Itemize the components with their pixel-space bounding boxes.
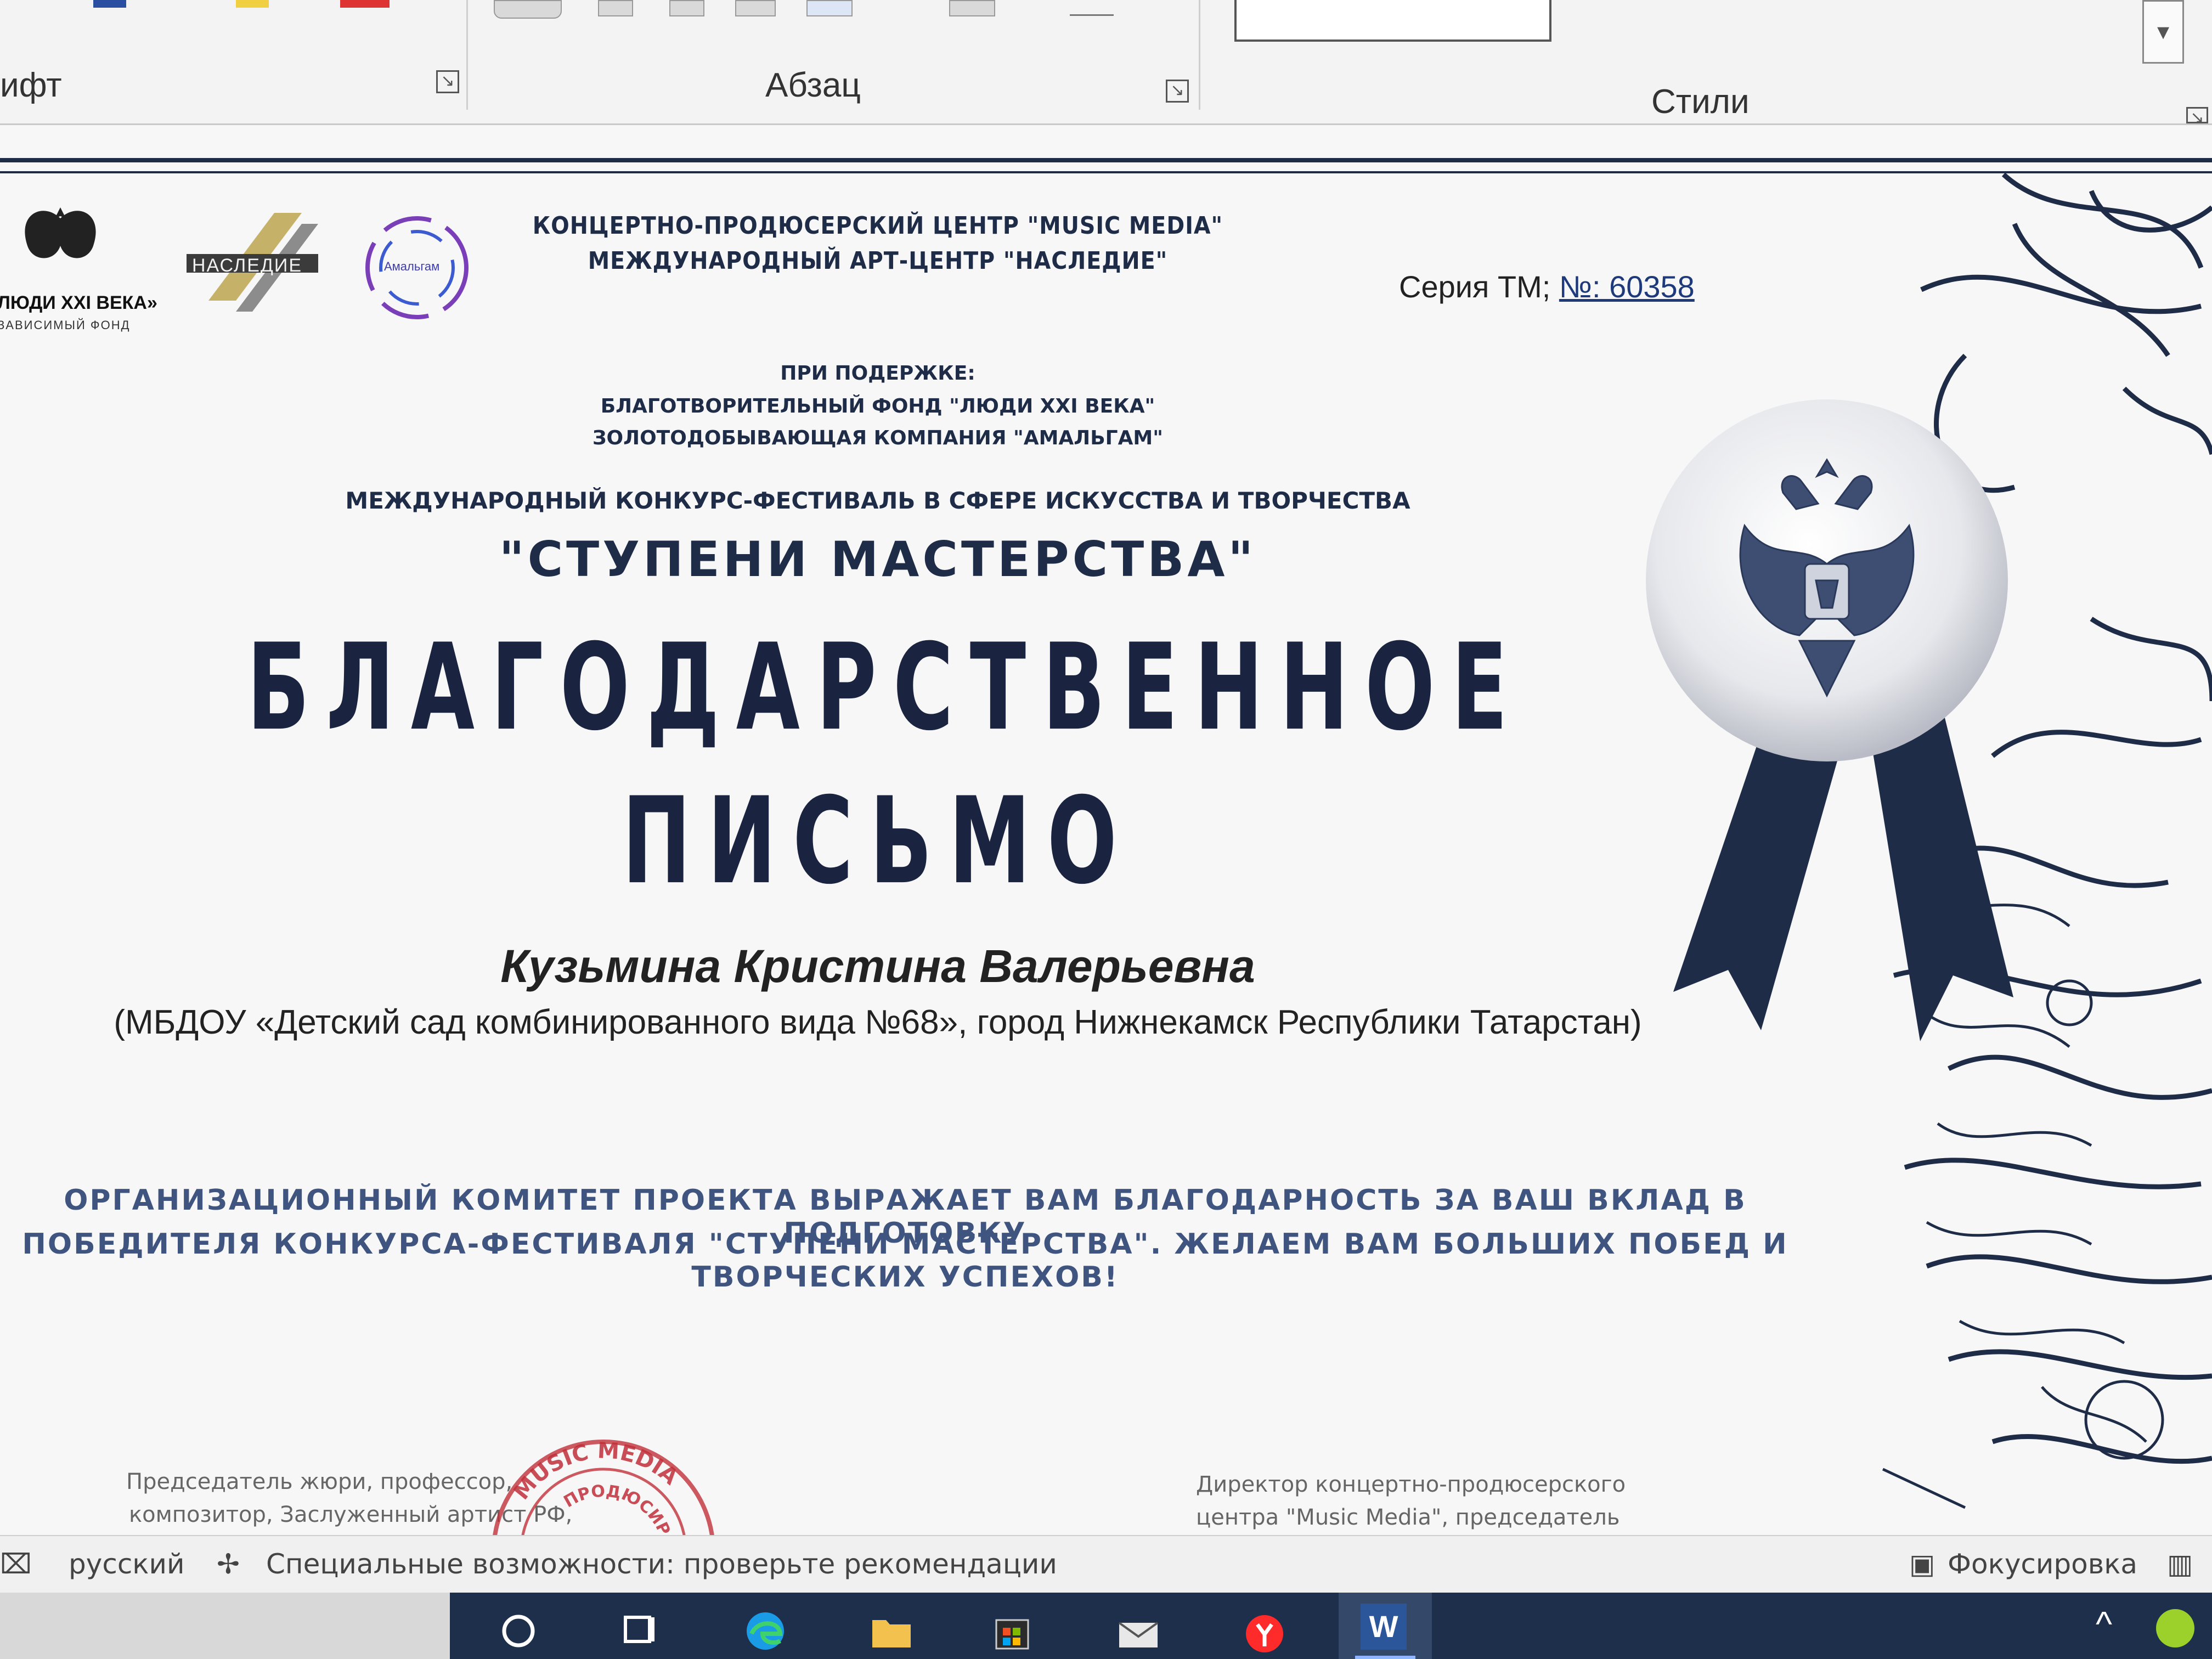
borders-button[interactable]	[949, 0, 995, 16]
read-mode-icon[interactable]: ▥	[2167, 1548, 2193, 1580]
status-bar: ⌧ русский ✢ Специальные возможности: про…	[0, 1535, 2212, 1594]
tray-app-icon[interactable]	[2156, 1609, 2194, 1647]
recipient-affiliation: (МБДОУ «Детский сад комбинированного вид…	[114, 1003, 1642, 1041]
title-line-1: БЛАГОДАРСТВЕННОЕ	[247, 619, 1524, 758]
focus-icon[interactable]: ▣	[1909, 1548, 1935, 1580]
focus-mode-button[interactable]: Фокусировка	[1948, 1548, 2137, 1580]
ribbon-separator	[1199, 0, 1200, 110]
logo3-text: Амальгам	[384, 259, 440, 273]
series-number: Серия ТМ; №: 60358	[1399, 269, 1695, 304]
ribbon: ифт ↘ Абзац ↘ ▾ Стили ↘	[0, 0, 2212, 127]
line-spacing-button[interactable]	[806, 0, 853, 16]
contest-name: "СТУПЕНИ МАСТЕРСТВА"	[499, 531, 1257, 588]
styles-dialog-launcher-icon[interactable]: ↘	[2186, 107, 2208, 127]
signature-left-line-1: Председатель жюри, профессор,	[126, 1469, 513, 1494]
paragraph-dialog-launcher-icon[interactable]: ↘	[1166, 80, 1189, 103]
organizer-line-1: КОНЦЕРТНО-ПРОДЮСЕРСКИЙ ЦЕНТР "MUSIC MEDI…	[532, 212, 1223, 240]
support-line-1: БЛАГОТВОРИТЕЛЬНЫЙ ФОНД "ЛЮДИ XXI ВЕКА"	[600, 395, 1155, 417]
styles-group-label: Стили	[1651, 83, 1750, 121]
title-line-2: ПИСЬМО	[622, 772, 1134, 911]
recipient-name: Кузьмина Кристина Валерьевна	[500, 940, 1255, 992]
logo1-name: ЛЮДИ XXI ВЕКА»	[0, 292, 157, 313]
signature-right-line-1: Директор концертно-продюсерского	[1196, 1472, 1626, 1497]
accessibility-icon[interactable]: ✢	[217, 1548, 240, 1580]
store-icon[interactable]	[988, 1604, 1037, 1653]
logo1-subtitle: ЗАВИСИМЫЙ ФОНД	[0, 318, 131, 332]
music-media-stamp: MUSIC MEDIA ПРОДЮСИРО	[493, 1438, 714, 1535]
task-view-icon[interactable]	[614, 1604, 664, 1653]
mail-icon[interactable]	[1114, 1604, 1163, 1653]
ribbon-separator	[466, 0, 468, 110]
text-color-button[interactable]	[340, 0, 390, 8]
thanks-line-2: ПОБЕДИТЕЛЯ КОНКУРСА-ФЕСТИВАЛЯ "СТУПЕНИ М…	[22, 1228, 1788, 1294]
language-indicator[interactable]: русский	[69, 1548, 185, 1580]
edge-icon[interactable]	[741, 1604, 790, 1653]
font-dialog-launcher-icon[interactable]: ↘	[436, 70, 459, 93]
organizer-line-2: МЕЖДУНАРОДНЫЙ АРТ-ЦЕНТР "НАСЛЕДИЕ"	[588, 247, 1168, 275]
chevron-up-icon[interactable]: ^	[2096, 1604, 2112, 1644]
style-gallery-more-button[interactable]: ▾	[2142, 0, 2184, 64]
support-line-2: ЗОЛОТОДОБЫВАЮЩАЯ КОМПАНИЯ "АМАЛЬГАМ"	[592, 427, 1164, 449]
font-group-label: ифт	[0, 66, 62, 104]
logo2-text: НАСЛЕДИЕ	[192, 255, 303, 276]
taskbar-search-area[interactable]	[0, 1593, 450, 1659]
active-indicator	[1355, 1656, 1415, 1659]
paragraph-marks-button[interactable]	[1070, 0, 1114, 16]
paragraph-group-label: Абзац	[765, 66, 861, 104]
file-explorer-icon[interactable]	[867, 1604, 916, 1653]
ribbon-medal-icon	[1646, 399, 2013, 1041]
style-gallery[interactable]	[1234, 0, 1551, 42]
accessibility-status[interactable]: Специальные возможности: проверьте реком…	[266, 1548, 1057, 1580]
spellcheck-icon[interactable]: ⌧	[0, 1548, 32, 1580]
search-icon[interactable]	[494, 1604, 543, 1653]
series-label: Серия ТМ;	[1399, 269, 1559, 304]
contest-type: МЕЖДУНАРОДНЫЙ КОНКУРС-ФЕСТИВАЛЬ В СФЕРЕ …	[345, 487, 1410, 514]
word-taskbar-button[interactable]: W	[1339, 1593, 1432, 1659]
butterfly-logo-icon	[25, 207, 96, 258]
signature-right-line-2: центра "Music Media", председатель	[1196, 1505, 1620, 1530]
align-left-button[interactable]	[598, 0, 633, 16]
series-value: №: 60358	[1559, 269, 1695, 304]
align-center-button[interactable]	[669, 0, 704, 16]
highlight-button[interactable]	[236, 0, 269, 8]
document-page[interactable]: ЛЮДИ XXI ВЕКА» ЗАВИСИМЫЙ ФОНД НАСЛЕДИЕ А…	[0, 125, 2212, 1535]
align-right-button[interactable]	[735, 0, 776, 16]
shading-button[interactable]	[494, 0, 562, 19]
support-heading: ПРИ ПОДЕРЖКЕ:	[780, 362, 975, 385]
stamp-text-inner: ПРОДЮСИРО	[561, 1481, 679, 1535]
windows-taskbar: W ^	[0, 1593, 2212, 1659]
yandex-browser-icon[interactable]	[1240, 1604, 1289, 1653]
font-color-button[interactable]	[93, 0, 126, 8]
word-icon: W	[1361, 1604, 1407, 1650]
